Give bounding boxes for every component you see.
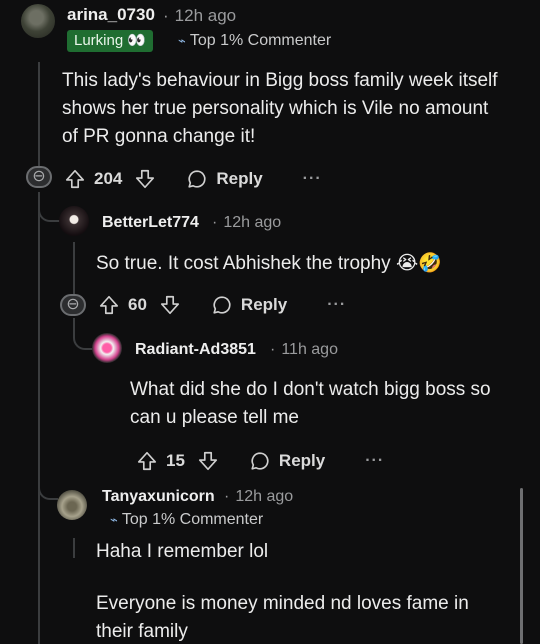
comment-body-line: Everyone is money minded nd loves fame i… (96, 593, 469, 642)
vote-count: 60 (128, 295, 147, 314)
reply-icon (211, 294, 233, 316)
downvote-icon[interactable] (134, 168, 156, 190)
comment-thread: arina_0730 · 12h ago Lurking 👀 ⌁ Top 1% Co… (0, 0, 540, 644)
comment-username[interactable]: Tanyaxunicorn (102, 488, 215, 506)
downvote-icon[interactable] (159, 294, 181, 316)
comment-body: This lady's behaviour in Bigg boss famil… (62, 70, 498, 147)
more-options-icon[interactable]: ··· (327, 296, 346, 314)
upvote-icon[interactable] (136, 450, 158, 472)
comment-body: What did she do I don't watch bigg boss … (130, 379, 491, 428)
avatar[interactable] (92, 333, 122, 363)
thread-branch (38, 196, 60, 222)
comment-username[interactable]: Radiant-Ad3851 (135, 341, 256, 359)
comment-badge-icon: ⌁ (110, 512, 118, 527)
comment-badge-icon: ⌁ (178, 33, 186, 48)
comment-actions: 204 Reply ··· (64, 164, 364, 194)
thread-branch (73, 318, 93, 350)
comment-actions: 60 Reply ··· (98, 290, 398, 320)
comment-timestamp: · 12h ago (224, 488, 294, 505)
comment-actions: 15 Reply ··· (136, 446, 436, 476)
user-flair: Lurking 👀 (67, 30, 154, 52)
comment-timestamp: · 12h ago (163, 6, 237, 25)
comment-body-line: Haha I remember lol (96, 541, 269, 562)
reply-button[interactable]: Reply (249, 450, 325, 472)
top-commenter-badge: ⌁ Top 1% Commenter (178, 32, 332, 49)
avatar[interactable] (21, 4, 55, 38)
thread-line (73, 242, 75, 294)
reply-button[interactable]: Reply (211, 294, 287, 316)
thread-branch (38, 476, 58, 500)
reply-button[interactable]: Reply (186, 168, 263, 190)
upvote-icon[interactable] (64, 168, 86, 190)
collapse-thread-button[interactable]: ⊖ (26, 166, 52, 188)
avatar[interactable] (57, 490, 87, 520)
downvote-icon[interactable] (197, 450, 219, 472)
upvote-icon[interactable] (98, 294, 120, 316)
vote-count: 204 (94, 169, 123, 188)
more-options-icon[interactable]: ··· (303, 170, 322, 188)
scrollbar[interactable] (520, 488, 523, 644)
comment-timestamp: · 12h ago (212, 214, 282, 231)
thread-line (73, 538, 75, 558)
top-commenter-badge: ⌁ Top 1% Commenter (110, 511, 264, 528)
avatar[interactable] (59, 206, 89, 236)
reply-icon (249, 450, 271, 472)
collapse-thread-button[interactable]: ⊖ (60, 294, 86, 316)
thread-line (38, 62, 40, 178)
comment-timestamp: · 11h ago (270, 341, 338, 358)
comment-body: So true. It cost Abhishek the trophy 😭🤣 (96, 253, 442, 274)
comment-username[interactable]: arina_0730 (67, 5, 155, 25)
thread-line (38, 192, 40, 644)
vote-count: 15 (166, 451, 185, 470)
reply-icon (186, 168, 208, 190)
more-options-icon[interactable]: ··· (365, 452, 384, 470)
comment-username[interactable]: BetterLet774 (102, 214, 199, 232)
